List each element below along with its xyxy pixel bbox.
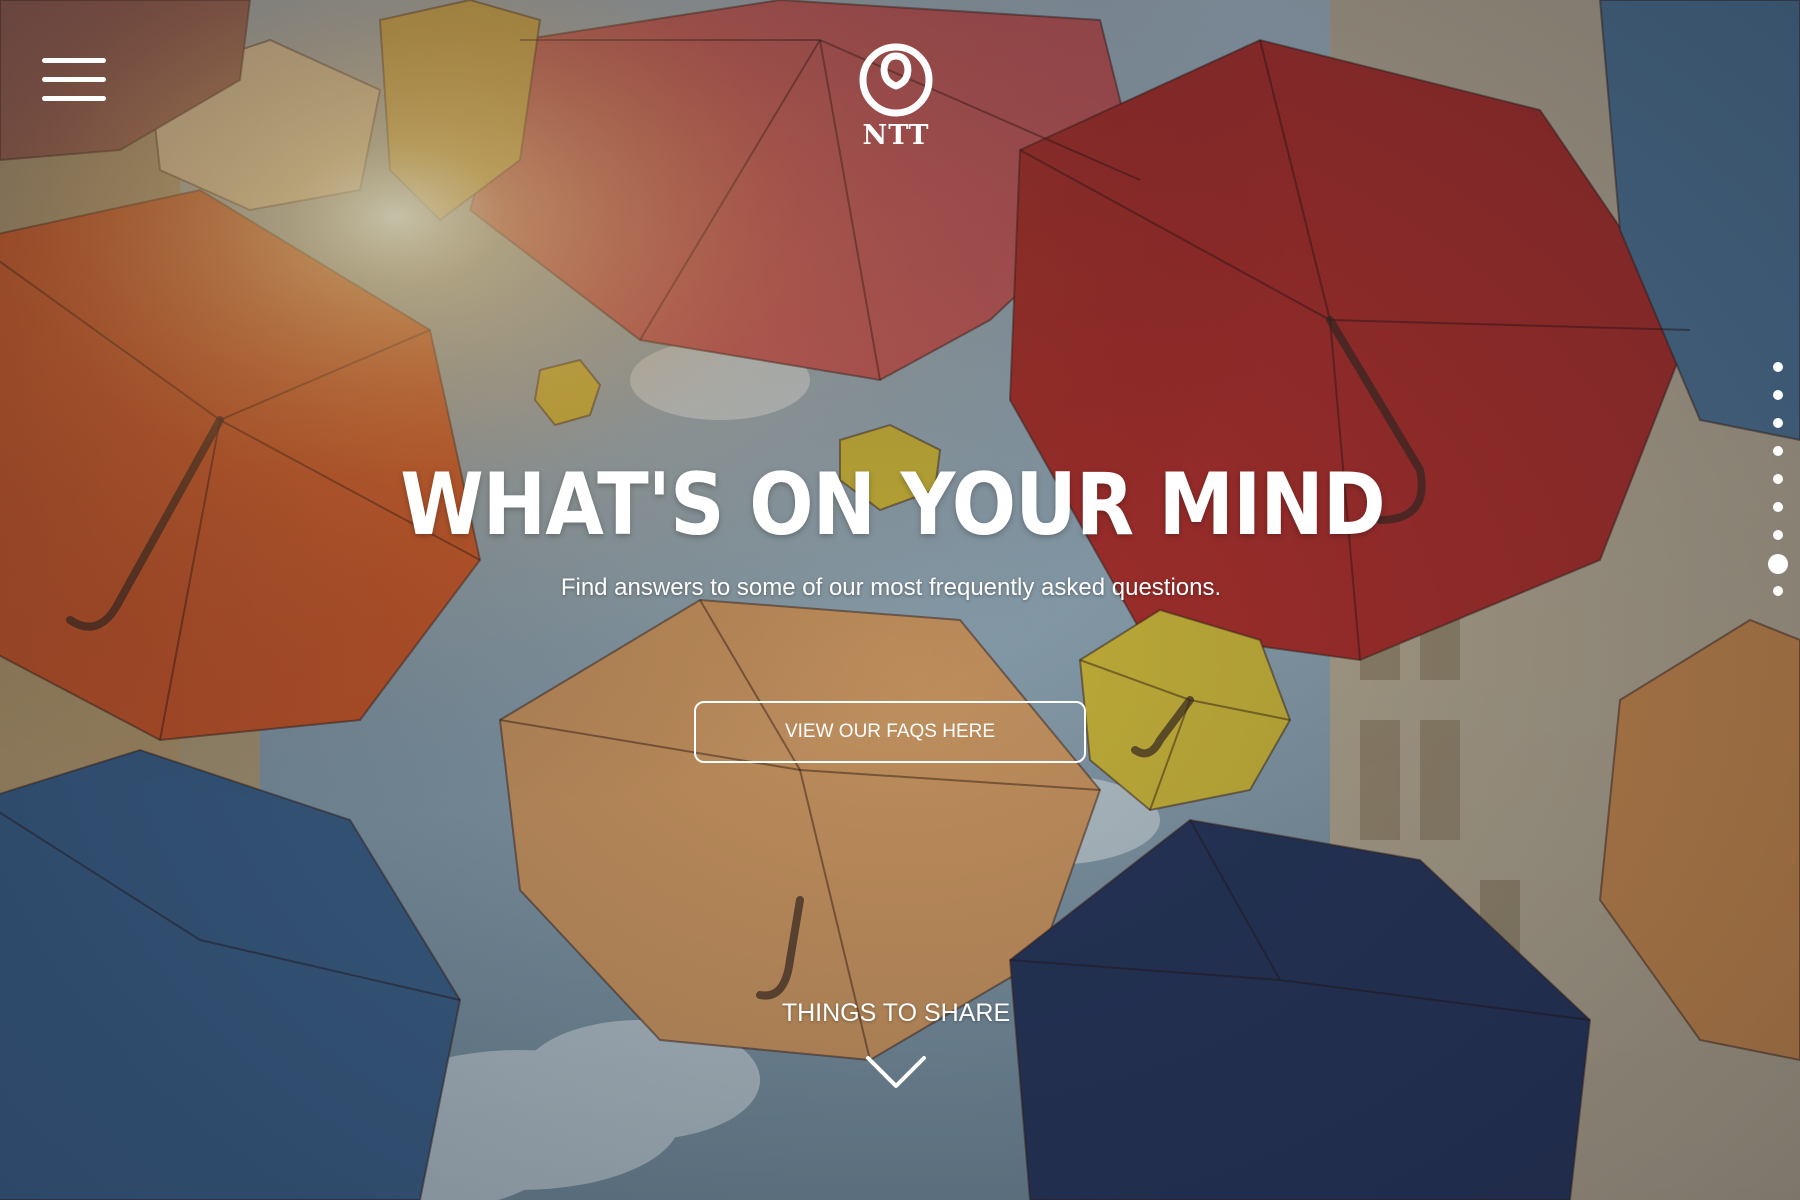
pager-dot[interactable] <box>1773 474 1783 484</box>
pager-dot[interactable] <box>1773 446 1783 456</box>
view-faqs-button-label: VIEW OUR FAQS HERE <box>784 721 996 742</box>
logo-wordmark: NTT <box>862 120 930 151</box>
pager-dot[interactable] <box>1773 586 1783 596</box>
menu-bar-bottom <box>42 96 106 101</box>
hero-headline: WHAT'S ON YOUR MIND <box>400 455 1385 555</box>
menu-bar-middle <box>42 77 106 82</box>
view-faqs-button[interactable]: VIEW OUR FAQS HERE <box>694 701 1086 763</box>
pager-dot-active[interactable] <box>1768 554 1788 574</box>
section-pager <box>1768 356 1788 606</box>
pager-dot[interactable] <box>1773 390 1783 400</box>
pager-dot[interactable] <box>1773 530 1783 540</box>
hamburger-menu-icon[interactable] <box>42 56 106 104</box>
things-to-share-label: THINGS TO SHARE <box>781 999 1011 1027</box>
ntt-logo[interactable]: NTT <box>856 42 936 152</box>
ntt-logo-mark-icon <box>859 43 933 117</box>
menu-bar-top <box>42 58 106 63</box>
hero-subtitle: Find answers to some of our most frequen… <box>560 574 1222 601</box>
chevron-down-icon[interactable] <box>864 1054 928 1090</box>
pager-dot[interactable] <box>1773 362 1783 372</box>
pager-dot[interactable] <box>1773 418 1783 428</box>
pager-dot[interactable] <box>1773 502 1783 512</box>
